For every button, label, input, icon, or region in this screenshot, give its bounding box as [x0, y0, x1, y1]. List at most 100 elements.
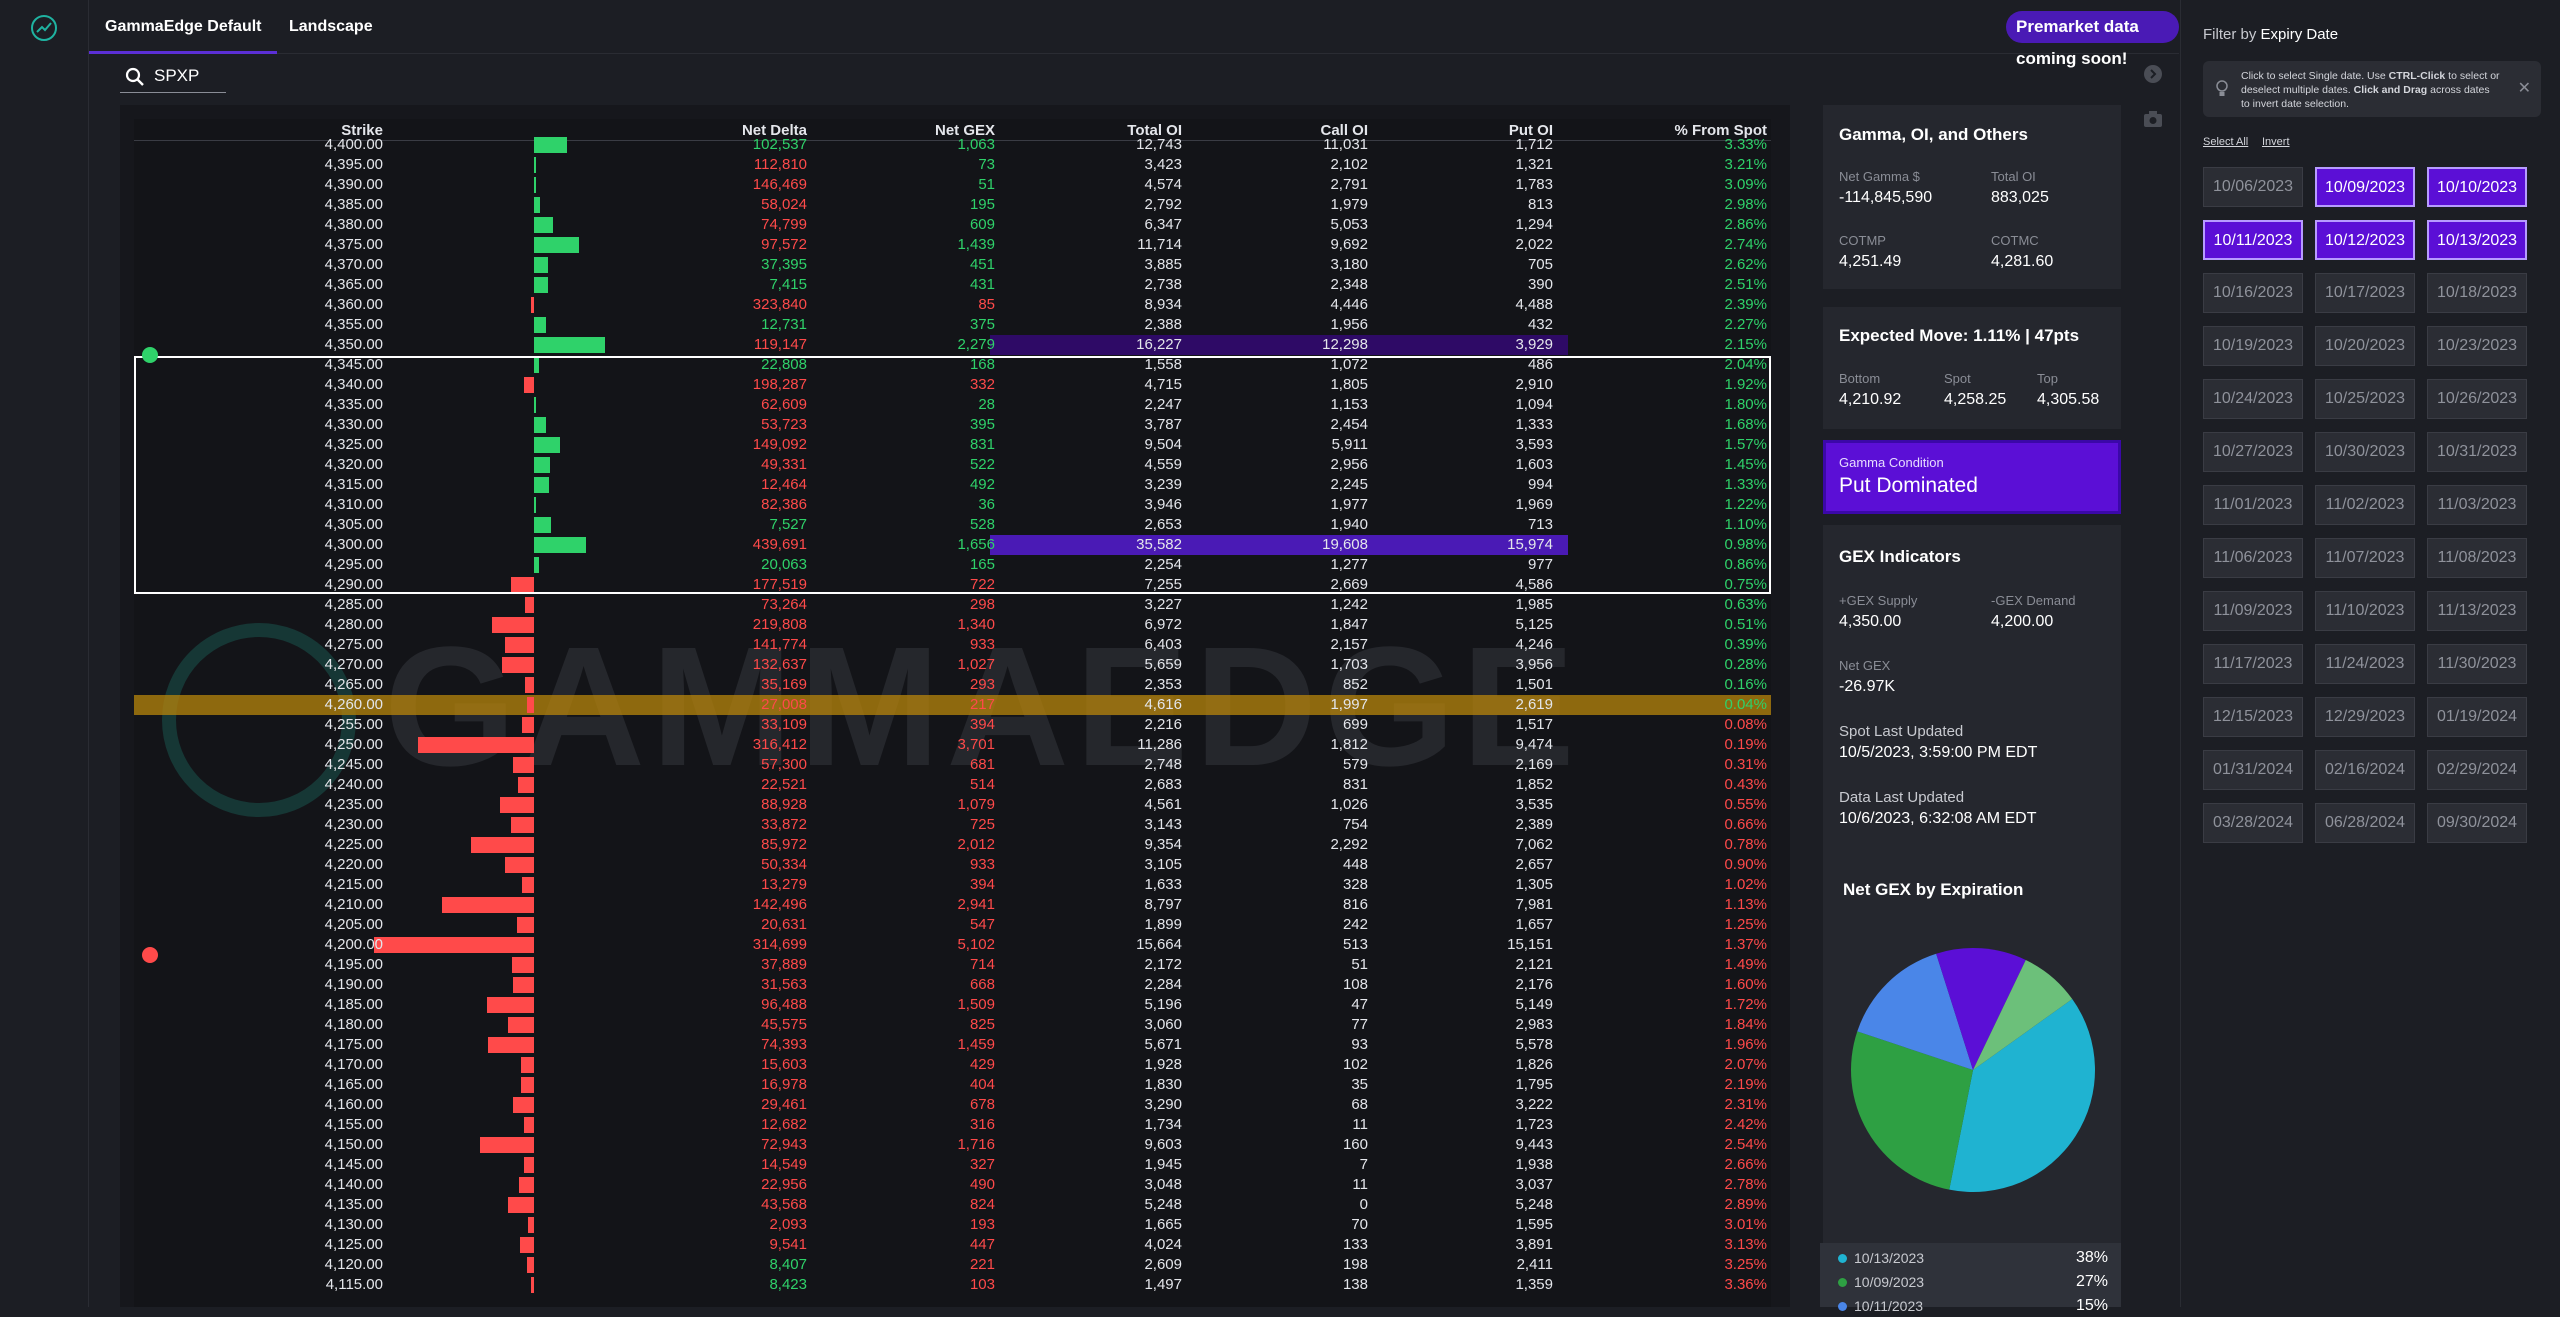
date-button[interactable]: 10/09/2023 — [2315, 167, 2415, 207]
date-button[interactable]: 11/07/2023 — [2315, 538, 2415, 578]
date-button[interactable]: 10/10/2023 — [2427, 167, 2527, 207]
date-button[interactable]: 11/06/2023 — [2203, 538, 2303, 578]
legend-item[interactable]: 10/13/2023 38% — [1838, 1249, 2108, 1269]
table-row[interactable]: 4,360.00 323,840 85 8,934 4,446 4,488 2.39% — [134, 295, 1771, 315]
legend-item[interactable]: 10/11/2023 15% — [1838, 1297, 2108, 1317]
table-row[interactable]: 4,125.00 9,541 447 4,024 133 3,891 3.13% — [134, 1235, 1771, 1255]
date-button[interactable]: 01/19/2024 — [2427, 697, 2527, 737]
table-row[interactable]: 4,205.00 20,631 547 1,899 242 1,657 1.25% — [134, 915, 1771, 935]
date-button[interactable]: 10/30/2023 — [2315, 432, 2415, 472]
table-row[interactable]: 4,245.00 57,300 681 2,748 579 2,169 0.31% — [134, 755, 1771, 775]
table-row[interactable]: 4,135.00 43,568 824 5,248 0 5,248 2.89% — [134, 1195, 1771, 1215]
date-button[interactable]: 06/28/2024 — [2315, 803, 2415, 843]
camera-icon[interactable] — [2143, 110, 2163, 128]
table-row[interactable]: 4,155.00 12,682 316 1,734 11 1,723 2.42% — [134, 1115, 1771, 1135]
date-button[interactable]: 02/16/2024 — [2315, 750, 2415, 790]
date-button[interactable]: 11/24/2023 — [2315, 644, 2415, 684]
table-row[interactable]: 4,400.00 102,537 1,063 12,743 11,031 1,712 3.3… — [134, 135, 1771, 155]
cell-put-oi: 2,619 — [1515, 696, 1553, 713]
table-row[interactable]: 4,175.00 74,393 1,459 5,671 93 5,578 1.96% — [134, 1035, 1771, 1055]
date-button[interactable]: 10/24/2023 — [2203, 379, 2303, 419]
date-button[interactable]: 10/18/2023 — [2427, 273, 2527, 313]
date-button[interactable]: 09/30/2024 — [2427, 803, 2527, 843]
table-row[interactable]: 4,120.00 8,407 221 2,609 198 2,411 3.25% — [134, 1255, 1771, 1275]
select-all-link[interactable]: Select All — [2203, 136, 2248, 148]
table-row[interactable]: 4,285.00 73,264 298 3,227 1,242 1,985 0.63% — [134, 595, 1771, 615]
date-button[interactable]: 11/01/2023 — [2203, 485, 2303, 525]
table-row[interactable]: 4,140.00 22,956 490 3,048 11 3,037 2.78% — [134, 1175, 1771, 1195]
table-row[interactable]: 4,215.00 13,279 394 1,633 328 1,305 1.02% — [134, 875, 1771, 895]
date-button[interactable]: 12/29/2023 — [2315, 697, 2415, 737]
date-button[interactable]: 11/09/2023 — [2203, 591, 2303, 631]
table-row[interactable]: 4,160.00 29,461 678 3,290 68 3,222 2.31% — [134, 1095, 1771, 1115]
table-row[interactable]: 4,375.00 97,572 1,439 11,714 9,692 2,022 2.74% — [134, 235, 1771, 255]
date-button[interactable]: 10/31/2023 — [2427, 432, 2527, 472]
table-row[interactable]: 4,240.00 22,521 514 2,683 831 1,852 0.43% — [134, 775, 1771, 795]
legend-item[interactable]: 10/09/2023 27% — [1838, 1273, 2108, 1293]
table-row[interactable]: 4,165.00 16,978 404 1,830 35 1,795 2.19% — [134, 1075, 1771, 1095]
close-hint-icon[interactable]: ✕ — [2518, 78, 2531, 98]
table-row[interactable]: 4,220.00 50,334 933 3,105 448 2,657 0.90% — [134, 855, 1771, 875]
table-row[interactable]: 4,355.00 12,731 375 2,388 1,956 432 2.27% — [134, 315, 1771, 335]
table-row[interactable]: 4,180.00 45,575 825 3,060 77 2,983 1.84% — [134, 1015, 1771, 1035]
table-row[interactable]: 4,145.00 14,549 327 1,945 7 1,938 2.66% — [134, 1155, 1771, 1175]
table-row[interactable]: 4,250.00 316,412 3,701 11,286 1,812 9,474 0.19… — [134, 735, 1771, 755]
date-button[interactable]: 11/13/2023 — [2427, 591, 2527, 631]
table-row[interactable]: 4,370.00 37,395 451 3,885 3,180 705 2.62% — [134, 255, 1771, 275]
date-button[interactable]: 11/17/2023 — [2203, 644, 2303, 684]
cell-net-gex: 1,509 — [957, 996, 995, 1013]
date-button[interactable]: 11/08/2023 — [2427, 538, 2527, 578]
table-row[interactable]: 4,185.00 96,488 1,509 5,196 47 5,149 1.72% — [134, 995, 1771, 1015]
date-button[interactable]: 10/17/2023 — [2315, 273, 2415, 313]
table-row[interactable]: 4,255.00 33,109 394 2,216 699 1,517 0.08% — [134, 715, 1771, 735]
table-row[interactable]: 4,350.00 119,147 2,279 16,227 12,298 3,929 2.1… — [134, 335, 1771, 355]
date-button[interactable]: 10/23/2023 — [2427, 326, 2527, 366]
date-button[interactable]: 10/11/2023 — [2203, 220, 2303, 260]
date-button[interactable]: 11/02/2023 — [2315, 485, 2415, 525]
date-button[interactable]: 10/26/2023 — [2427, 379, 2527, 419]
tab-landscape[interactable]: Landscape — [273, 0, 389, 54]
table-row[interactable]: 4,225.00 85,972 2,012 9,354 2,292 7,062 0.78% — [134, 835, 1771, 855]
table-row[interactable]: 4,280.00 219,808 1,340 6,972 1,847 5,125 0.51% — [134, 615, 1771, 635]
table-row[interactable]: 4,195.00 37,889 714 2,172 51 2,121 1.49% — [134, 955, 1771, 975]
search-input[interactable] — [152, 64, 222, 88]
date-button[interactable]: 11/30/2023 — [2427, 644, 2527, 684]
table-row[interactable]: 4,265.00 35,169 293 2,353 852 1,501 0.16% — [134, 675, 1771, 695]
date-button[interactable]: 10/13/2023 — [2427, 220, 2527, 260]
table-row[interactable]: 4,385.00 58,024 195 2,792 1,979 813 2.98% — [134, 195, 1771, 215]
date-button[interactable]: 01/31/2024 — [2203, 750, 2303, 790]
date-button[interactable]: 10/12/2023 — [2315, 220, 2415, 260]
table-row[interactable]: 4,365.00 7,415 431 2,738 2,348 390 2.51% — [134, 275, 1771, 295]
table-row[interactable]: 4,390.00 146,469 51 4,574 2,791 1,783 3.09% — [134, 175, 1771, 195]
table-row[interactable]: 4,130.00 2,093 193 1,665 70 1,595 3.01% — [134, 1215, 1771, 1235]
table-row[interactable]: 4,190.00 31,563 668 2,284 108 2,176 1.60% — [134, 975, 1771, 995]
table-row[interactable]: 4,260.00 27,008 217 4,616 1,997 2,619 0.04% — [134, 695, 1771, 715]
date-button[interactable]: 10/06/2023 — [2203, 167, 2303, 207]
table-row[interactable]: 4,275.00 141,774 933 6,403 2,157 4,246 0.39% — [134, 635, 1771, 655]
date-button[interactable]: 10/27/2023 — [2203, 432, 2303, 472]
invert-link[interactable]: Invert — [2262, 136, 2290, 148]
table-row[interactable]: 4,235.00 88,928 1,079 4,561 1,026 3,535 0.55% — [134, 795, 1771, 815]
table-row[interactable]: 4,170.00 15,603 429 1,928 102 1,826 2.07% — [134, 1055, 1771, 1075]
cell-call-oi: 2,102 — [1330, 156, 1368, 173]
table-row[interactable]: 4,395.00 112,810 73 3,423 2,102 1,321 3.21% — [134, 155, 1771, 175]
date-button[interactable]: 10/25/2023 — [2315, 379, 2415, 419]
date-button[interactable]: 10/19/2023 — [2203, 326, 2303, 366]
table-row[interactable]: 4,270.00 132,637 1,027 5,659 1,703 3,956 0.28% — [134, 655, 1771, 675]
date-button[interactable]: 03/28/2024 — [2203, 803, 2303, 843]
date-button[interactable]: 02/29/2024 — [2427, 750, 2527, 790]
table-row[interactable]: 4,380.00 74,799 609 6,347 5,053 1,294 2.86% — [134, 215, 1771, 235]
date-button[interactable]: 11/03/2023 — [2427, 485, 2527, 525]
gammaedge-logo-icon[interactable] — [30, 14, 58, 42]
table-row[interactable]: 4,210.00 142,496 2,941 8,797 816 7,981 1.13% — [134, 895, 1771, 915]
tab-gammaedge-default[interactable]: GammaEdge Default — [89, 0, 278, 54]
table-row[interactable]: 4,115.00 8,423 103 1,497 138 1,359 3.36% — [134, 1275, 1771, 1295]
date-button[interactable]: 10/16/2023 — [2203, 273, 2303, 313]
collapse-chevron-icon[interactable] — [2143, 64, 2163, 84]
date-button[interactable]: 12/15/2023 — [2203, 697, 2303, 737]
date-button[interactable]: 11/10/2023 — [2315, 591, 2415, 631]
table-row[interactable]: 4,230.00 33,872 725 3,143 754 2,389 0.66% — [134, 815, 1771, 835]
date-button[interactable]: 10/20/2023 — [2315, 326, 2415, 366]
table-row[interactable]: 4,200.00 314,699 5,102 15,664 513 15,151 1.37% — [134, 935, 1771, 955]
table-row[interactable]: 4,150.00 72,943 1,716 9,603 160 9,443 2.54% — [134, 1135, 1771, 1155]
